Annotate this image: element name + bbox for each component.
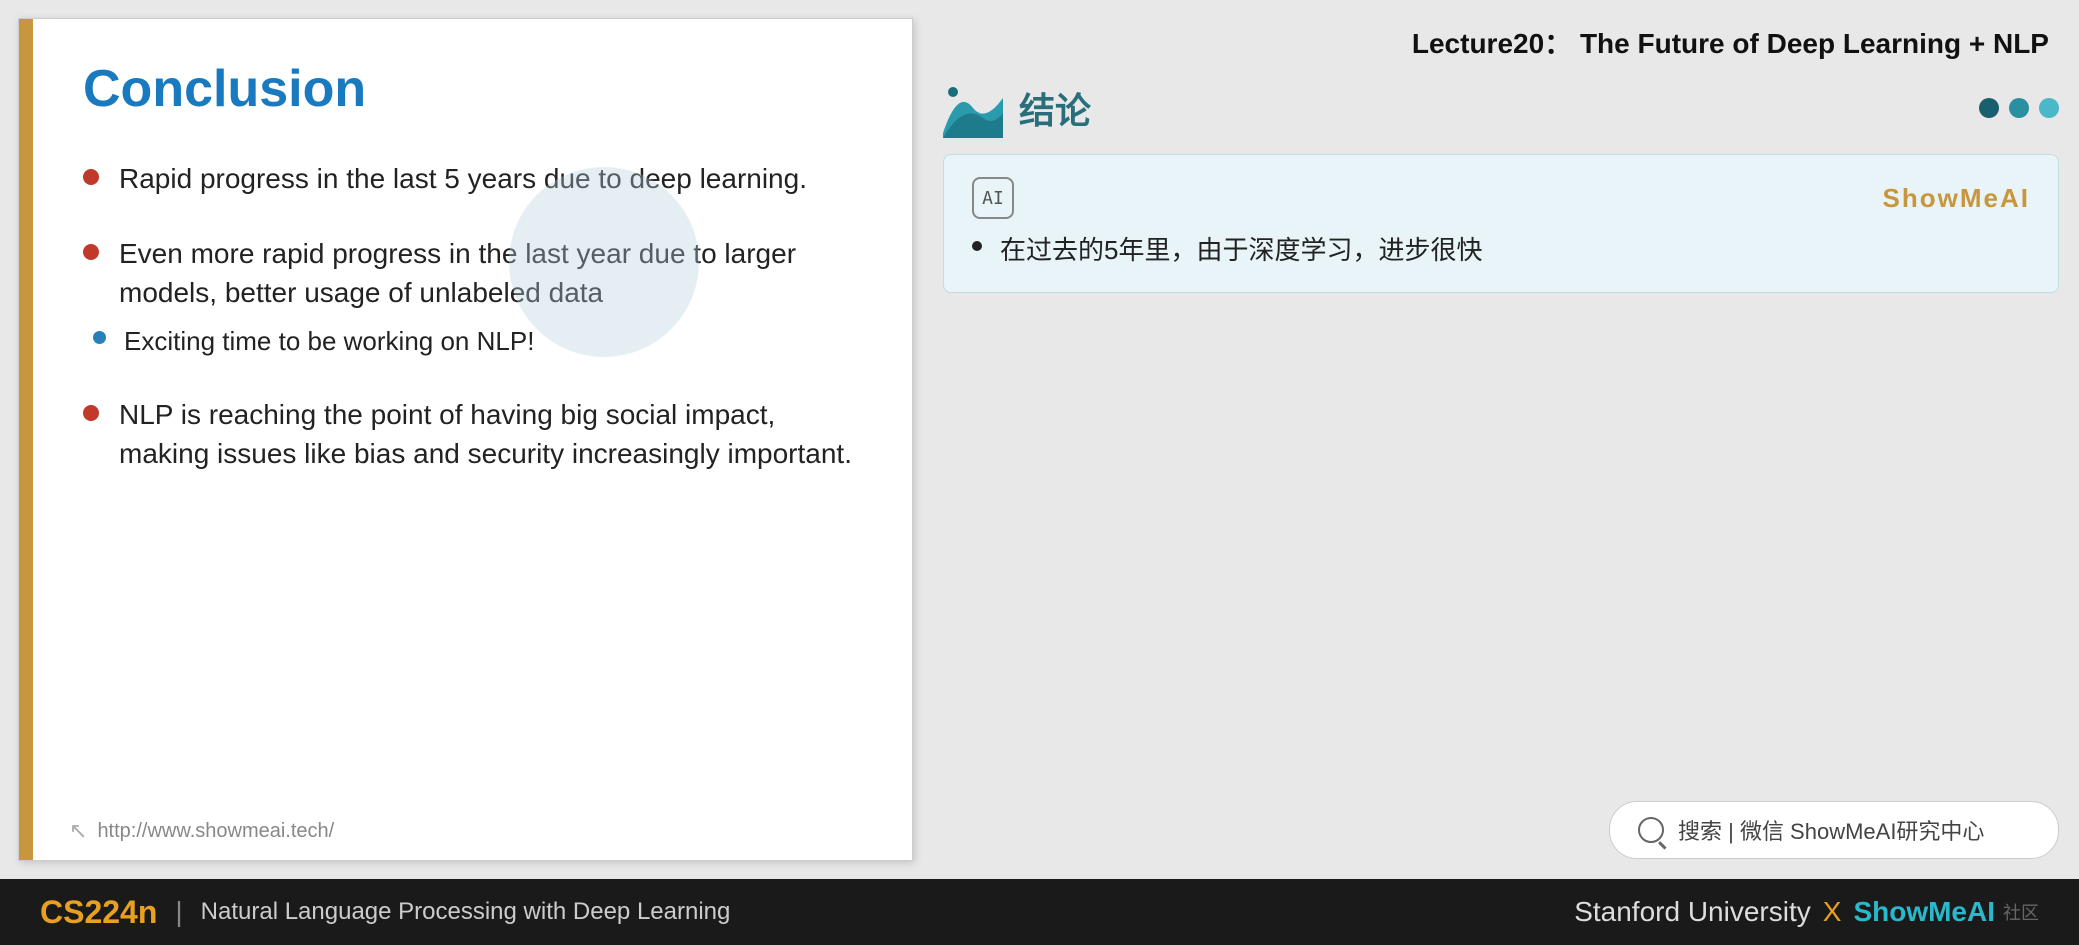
nav-dot-2 <box>2009 98 2029 118</box>
bullet-text-3: NLP is reaching the point of having big … <box>119 395 862 473</box>
list-item: NLP is reaching the point of having big … <box>83 395 862 473</box>
showmeai-brand-bottom: ShowMeAI <box>1853 896 1995 928</box>
course-code: CS224n <box>40 894 157 931</box>
section-title-cn: 结论 <box>1019 82 1091 134</box>
translation-card-header: AI ShowMeAI <box>972 177 2030 219</box>
translation-bullet: 在过去的5年里，由于深度学习，进步很快 <box>972 231 2030 270</box>
right-panel: Lecture20： The Future of Deep Learning +… <box>933 0 2079 879</box>
list-item: Rapid progress in the last 5 years due t… <box>83 159 862 198</box>
sub-bullet-dot <box>93 331 106 344</box>
bottom-left: CS224n | Natural Language Processing wit… <box>40 894 730 931</box>
lecture-title: Lecture20： The Future of Deep Learning +… <box>943 10 2059 78</box>
slide-panel: Conclusion Rapid progress in the last 5 … <box>18 18 913 861</box>
x-mark: X <box>1823 896 1842 928</box>
slide-title: Conclusion <box>83 59 862 119</box>
search-bar: 搜索 | 微信 ShowMeAI研究中心 <box>943 801 2059 869</box>
search-input-box[interactable]: 搜索 | 微信 ShowMeAI研究中心 <box>1609 801 2059 859</box>
ai-label: AI <box>982 188 1004 209</box>
bullet-list: Rapid progress in the last 5 years due t… <box>83 159 862 780</box>
watermark: 社区 <box>2003 899 2039 925</box>
showmeai-brand: ShowMeAI <box>1883 183 2030 214</box>
bottom-bar: CS224n | Natural Language Processing wit… <box>0 879 2079 945</box>
stanford-university: Stanford University <box>1574 896 1811 928</box>
translation-text-1: 在过去的5年里，由于深度学习，进步很快 <box>1000 231 1482 270</box>
section-header: 结论 <box>943 78 2059 138</box>
nav-dot-1 <box>1979 98 1999 118</box>
cursor-icon: ↖ <box>69 818 87 844</box>
search-text: 搜索 | 微信 ShowMeAI研究中心 <box>1678 814 1984 846</box>
footer-url: http://www.showmeai.tech/ <box>97 820 334 843</box>
bullet-dot-red-2 <box>83 244 99 260</box>
translation-card: AI ShowMeAI 在过去的5年里，由于深度学习，进步很快 <box>943 154 2059 293</box>
nav-dots <box>1979 98 2059 118</box>
course-desc: Natural Language Processing with Deep Le… <box>201 898 731 926</box>
bullet-dot-red-3 <box>83 405 99 421</box>
list-item: Even more rapid progress in the last yea… <box>83 234 862 359</box>
search-icon <box>1638 817 1664 843</box>
nav-dot-3 <box>2039 98 2059 118</box>
wave-icon <box>943 78 1003 138</box>
ai-badge: AI <box>972 177 1014 219</box>
slide-left-bar <box>19 19 33 860</box>
bullet-text-1: Rapid progress in the last 5 years due t… <box>119 159 862 198</box>
bullet-dot-red <box>83 169 99 185</box>
bottom-separator: | <box>175 896 182 928</box>
translation-bullet-dot <box>972 241 982 251</box>
slide-inner: Conclusion Rapid progress in the last 5 … <box>33 19 912 810</box>
slide-footer: ↖ http://www.showmeai.tech/ <box>19 810 912 860</box>
bottom-right: Stanford University X ShowMeAI 社区 <box>1574 896 2039 928</box>
sub-bullet: Exciting time to be working on NLP! <box>93 323 534 359</box>
bullet-text-2: Even more rapid progress in the last yea… <box>119 234 862 312</box>
sub-bullet-text: Exciting time to be working on NLP! <box>124 323 534 359</box>
main-content: Conclusion Rapid progress in the last 5 … <box>0 0 2079 879</box>
